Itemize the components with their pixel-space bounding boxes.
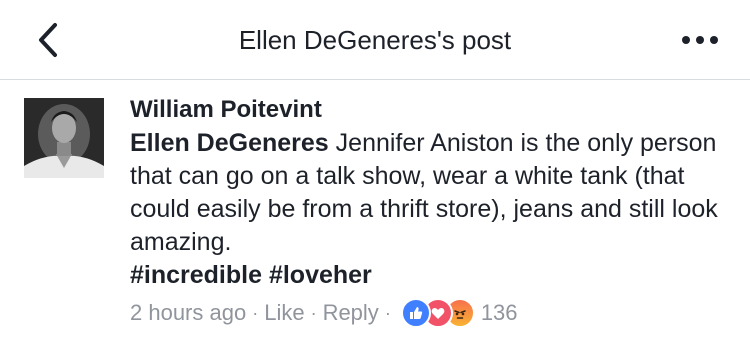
profile-photo-icon: [24, 98, 104, 178]
reply-button[interactable]: Reply: [323, 300, 379, 326]
comment-text: Ellen DeGeneres Jennifer Aniston is the …: [130, 127, 730, 292]
separator: ·: [384, 302, 391, 323]
reactions-summary[interactable]: 136: [400, 298, 518, 328]
reaction-count: 136: [480, 300, 518, 325]
timestamp[interactable]: 2 hours ago: [130, 300, 246, 326]
more-dots-icon: [682, 36, 690, 44]
top-bar: Ellen DeGeneres's post: [0, 0, 750, 80]
hashtag-link[interactable]: #incredible: [130, 261, 262, 289]
separator: ·: [252, 302, 259, 323]
separator: ·: [310, 302, 317, 323]
mention-link[interactable]: Ellen DeGeneres: [130, 129, 329, 157]
like-button[interactable]: Like: [264, 300, 304, 326]
like-icon: [400, 298, 431, 328]
hashtag-line: #incredible #loveher: [130, 259, 730, 292]
avatar[interactable]: [24, 98, 104, 178]
comment-meta: 2 hours ago · Like · Reply · 136: [130, 295, 730, 331]
more-options-button[interactable]: [674, 22, 726, 58]
more-dot: [710, 36, 718, 44]
comment-body: William Poitevint Ellen DeGeneres Jennif…: [130, 95, 730, 331]
hashtag-link[interactable]: #loveher: [269, 261, 372, 289]
more-dot: [696, 36, 704, 44]
page-title: Ellen DeGeneres's post: [238, 25, 512, 55]
comment-author[interactable]: William Poitevint: [130, 95, 322, 125]
